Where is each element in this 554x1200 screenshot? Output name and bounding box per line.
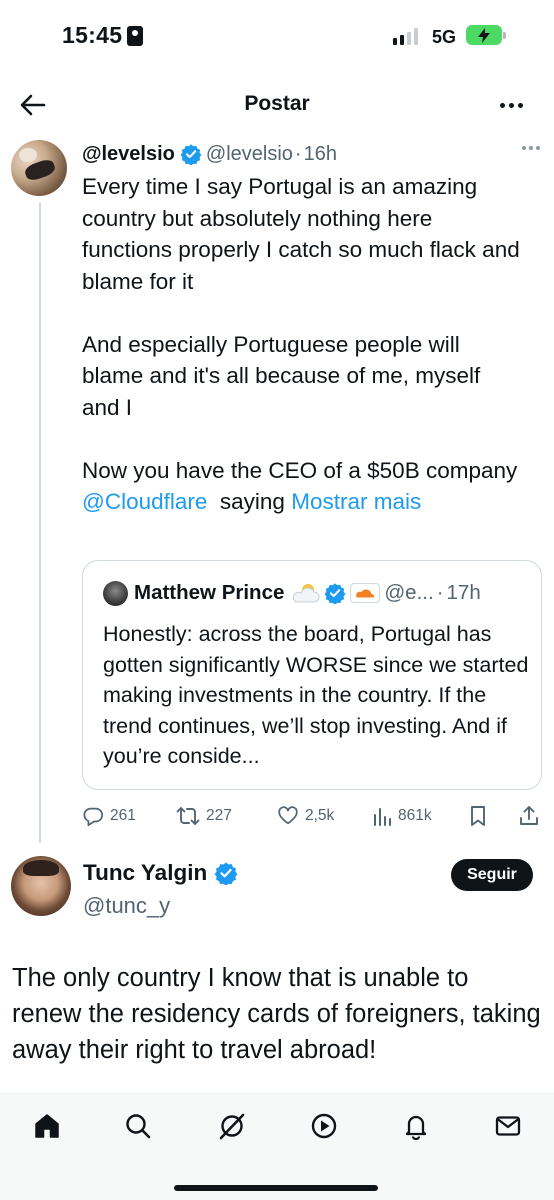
reply-icon [83, 807, 104, 827]
focus-mode-icon [127, 26, 143, 46]
verified-badge-icon [214, 862, 238, 885]
follow-button[interactable]: Seguir [451, 859, 533, 891]
show-more-link[interactable]: Mostrar mais [291, 489, 421, 514]
views-count: 861k [398, 807, 432, 824]
views-icon [374, 808, 391, 826]
tweet-paragraph: Every time I say Portugal is an amazing … [82, 174, 520, 294]
bookmark-button[interactable] [468, 802, 488, 830]
verified-badge-icon [180, 144, 202, 165]
status-time: 15:45 [62, 22, 123, 48]
tweet-actions: 261 227 2,5k 861k [82, 802, 542, 830]
thread-connector [39, 203, 41, 843]
tweet-more-icon[interactable] [522, 146, 540, 150]
battery-charging-icon [466, 25, 506, 45]
sun-behind-cloud-icon [293, 584, 320, 603]
tweet-paragraph: And especially Portuguese people will bl… [82, 331, 481, 420]
author-name: Matthew Prince [134, 581, 285, 604]
avatar[interactable] [11, 140, 67, 196]
quoted-tweet-text: Honestly: across the board, Portugal has… [103, 622, 529, 768]
separator-dot: · [294, 142, 302, 165]
reply-author-name[interactable]: Tunc Yalgin [83, 860, 242, 886]
tab-search[interactable] [118, 1108, 158, 1144]
mention-link[interactable]: @Cloudflare [82, 489, 207, 514]
reply-tweet-text: The only country I know that is unable t… [12, 964, 541, 1064]
tweet-time: 17h [446, 581, 481, 604]
author-name[interactable]: @levelsio [82, 143, 175, 166]
reply-author-handle[interactable]: @tunc_y [83, 893, 170, 919]
tab-messages[interactable] [488, 1108, 528, 1144]
like-icon [278, 806, 298, 825]
network-type: 5G [432, 27, 457, 47]
share-icon [520, 806, 538, 825]
views-button[interactable]: 861k [372, 802, 432, 830]
messages-icon [495, 1116, 521, 1136]
signal-strength-icon [393, 28, 418, 45]
repost-count: 227 [206, 807, 232, 824]
nav-bar: Postar [0, 78, 554, 130]
more-horizontal-icon [499, 102, 505, 108]
more-options-button[interactable] [496, 90, 526, 120]
grok-icon [219, 1113, 245, 1140]
home-icon [35, 1114, 59, 1138]
search-icon [126, 1114, 151, 1139]
verified-badge-icon [324, 583, 346, 604]
notifications-icon [405, 1115, 427, 1141]
home-indicator[interactable] [174, 1185, 378, 1191]
bottom-tab-bar [0, 1093, 554, 1200]
reply-button[interactable]: 261 [82, 802, 136, 830]
repost-icon [176, 807, 200, 825]
separator-dot: · [436, 581, 444, 604]
like-count: 2,5k [305, 807, 335, 824]
avatar[interactable] [11, 856, 71, 916]
repost-button[interactable]: 227 [176, 802, 232, 830]
share-button[interactable] [518, 802, 540, 830]
tweet-text: Every time I say Portugal is an amazing … [82, 171, 522, 518]
reply-count: 261 [110, 807, 136, 824]
tab-notifications[interactable] [396, 1108, 436, 1144]
video-icon [311, 1113, 337, 1139]
bookmark-icon [471, 806, 485, 826]
tab-home[interactable] [27, 1108, 67, 1144]
tab-grok[interactable] [212, 1108, 252, 1144]
author-handle: @e... [384, 581, 434, 604]
author-handle[interactable]: @levelsio [206, 143, 293, 166]
page-title: Postar [244, 92, 310, 115]
tweet-paragraph: Now you have the CEO of a $50B company @… [82, 457, 518, 515]
quoted-tweet-header: Matthew Prince @e... · 17h [134, 579, 481, 607]
status-bar: 15:45 5G [0, 0, 554, 70]
quoted-tweet[interactable]: Matthew Prince @e... · 17h Honestly: acr… [82, 560, 542, 790]
tab-video[interactable] [304, 1108, 344, 1144]
like-button[interactable]: 2,5k [277, 802, 334, 830]
cloudflare-logo-icon [350, 583, 381, 603]
tweet-header: @levelsio @levelsio · 16h [82, 140, 337, 168]
avatar [103, 581, 128, 606]
tweet-time[interactable]: 16h [304, 143, 337, 166]
